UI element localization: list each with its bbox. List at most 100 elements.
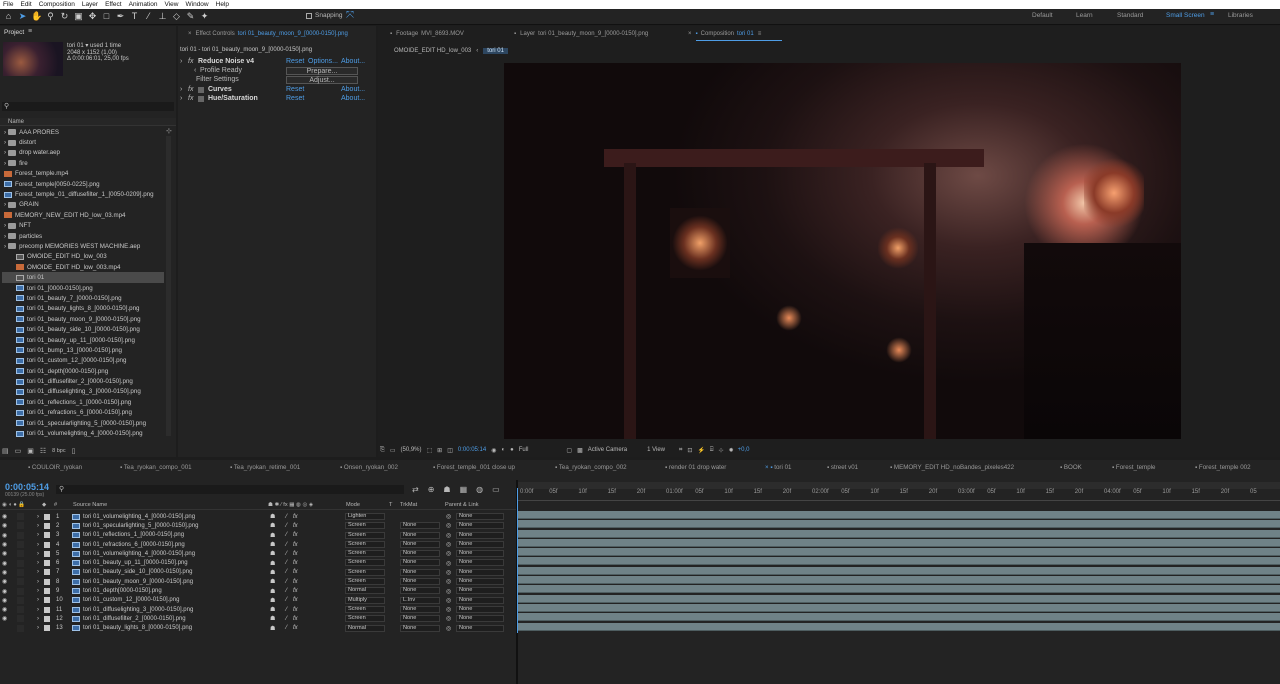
color-channel-icon[interactable]: ● xyxy=(510,447,514,453)
shy-switch-icon[interactable]: ☗ xyxy=(270,588,275,595)
resolution-select[interactable]: Full xyxy=(519,447,529,453)
shy-switch-icon[interactable]: ☗ xyxy=(270,513,275,520)
about-button[interactable]: About... xyxy=(341,86,365,93)
motion-blur-icon[interactable]: ◍ xyxy=(476,485,483,494)
menu-item[interactable]: Effect xyxy=(105,1,122,8)
comp-flowchart-icon[interactable]: ⇄ xyxy=(412,485,419,494)
prepare-button[interactable]: Prepare... xyxy=(286,67,358,75)
timeline-tab[interactable]: ▪ Forest_temple xyxy=(1112,464,1155,471)
fx-icon[interactable]: fx xyxy=(188,58,193,65)
shy-switch-icon[interactable]: ☗ xyxy=(270,560,275,567)
rotate-tool-icon[interactable]: ↻ xyxy=(59,11,70,22)
trkmat-select[interactable]: None xyxy=(400,605,440,613)
project-item[interactable]: tori 01_beauty_lights_8_[0000-0150].png xyxy=(2,304,164,314)
column-source-name[interactable]: Source Name xyxy=(73,502,107,508)
chevron-right-icon[interactable]: › xyxy=(37,597,39,603)
pickwhip-icon[interactable]: ◎ xyxy=(446,615,451,622)
show-snapshot-icon[interactable]: ◐ xyxy=(501,447,505,453)
tab-project[interactable]: Project xyxy=(4,29,24,36)
mode-select[interactable]: Screen xyxy=(345,531,385,539)
fx-switch-icon[interactable]: fx xyxy=(293,523,298,529)
project-item[interactable]: › GRAIN xyxy=(2,200,164,210)
layer-duration-bar[interactable] xyxy=(518,548,1280,557)
parent-select[interactable]: None xyxy=(456,559,504,567)
type-tool-icon[interactable]: T xyxy=(129,11,140,22)
project-item[interactable]: › AAA PRORES xyxy=(2,127,164,137)
effect-controls-tab[interactable]: × Effect Controls tori 01_beauty_moon_9_… xyxy=(188,31,348,37)
pickwhip-icon[interactable]: ◎ xyxy=(446,569,451,576)
parent-select[interactable]: None xyxy=(456,522,504,530)
solo-icon[interactable] xyxy=(17,624,24,632)
about-button[interactable]: About... xyxy=(341,95,365,102)
breadcrumb-item-active[interactable]: tori 01 xyxy=(483,48,508,54)
layer-name[interactable]: tori 01_specularlighting_5_[0000-0150].p… xyxy=(83,523,198,529)
eye-icon[interactable]: ◉ xyxy=(2,578,7,585)
fx-switch-icon[interactable]: fx xyxy=(293,551,298,557)
layer-row[interactable]: ◉ › 5 tori 01_volumelighting_4_[0000-0150].… xyxy=(0,549,516,558)
layer-name[interactable]: tori 01_diffuselighting_3_[0000-0150].pn… xyxy=(83,607,193,613)
project-item[interactable]: tori 01_refractions_6_[0000-0150].png xyxy=(2,408,164,418)
timeline-tab[interactable]: ▪ Tea_ryokan_compo_002 xyxy=(555,464,627,471)
reset-button[interactable]: Reset xyxy=(286,95,304,102)
fx-icon[interactable]: fx xyxy=(188,86,193,93)
layer-name[interactable]: tori 01_reflections_1_[0000-0150].png xyxy=(83,532,184,538)
reset-button[interactable]: Reset xyxy=(286,86,304,93)
chevron-right-icon[interactable]: › xyxy=(37,569,39,575)
fx-switch-icon[interactable]: fx xyxy=(293,532,298,538)
fx-switch-icon[interactable]: fx xyxy=(293,625,298,631)
always-preview-icon[interactable]: ⎘ xyxy=(380,447,385,454)
pickwhip-icon[interactable]: ◎ xyxy=(446,606,451,613)
mode-select[interactable]: Multiply xyxy=(345,596,385,604)
solo-icon[interactable] xyxy=(17,606,24,614)
chevron-right-icon[interactable]: › xyxy=(37,607,39,613)
trkmat-select[interactable]: None xyxy=(400,559,440,567)
view-layout-select[interactable]: 1 View xyxy=(647,447,665,453)
parent-select[interactable]: None xyxy=(456,624,504,632)
trkmat-select[interactable]: L.Inv xyxy=(400,596,440,604)
chevron-right-icon[interactable]: › xyxy=(37,616,39,622)
layer-duration-bar[interactable] xyxy=(518,585,1280,594)
quality-switch-icon[interactable]: ⁄ xyxy=(286,532,287,538)
exposure-icon[interactable]: ✹ xyxy=(729,447,734,454)
shy-switch-icon[interactable]: ☗ xyxy=(270,578,275,585)
solo-icon[interactable] xyxy=(17,513,24,521)
layer-name[interactable]: tori 01_volumelighting_4_[0000-0150].png xyxy=(83,551,195,557)
chevron-right-icon[interactable]: › xyxy=(37,560,39,566)
layer-duration-bar[interactable] xyxy=(518,566,1280,575)
layer-duration-bar[interactable] xyxy=(518,557,1280,566)
project-item[interactable]: › drop water.aep xyxy=(2,148,164,158)
menu-item[interactable]: Help xyxy=(216,1,229,8)
menu-item[interactable]: Composition xyxy=(39,1,75,8)
eye-icon[interactable]: ◉ xyxy=(2,560,7,567)
pickwhip-icon[interactable]: ◎ xyxy=(446,588,451,595)
solo-icon[interactable] xyxy=(17,531,24,539)
project-item[interactable]: › particles xyxy=(2,231,164,241)
project-item[interactable]: tori 01_reflections_1_[0000-0150].png xyxy=(2,397,164,407)
layer-row[interactable]: ◉ › 4 tori 01_refractions_6_[0000-0150].png… xyxy=(0,540,516,549)
project-item[interactable]: OMOIDE_EDIT HD_low_003 xyxy=(2,252,164,262)
pickwhip-icon[interactable]: ◎ xyxy=(446,541,451,548)
exposure-value[interactable]: +0,0 xyxy=(738,447,750,453)
timeline-tab[interactable]: ▪ Forest_temple_001 close up xyxy=(433,464,515,471)
menu-item[interactable]: Edit xyxy=(20,1,31,8)
label-color-swatch[interactable] xyxy=(44,532,50,539)
pan-behind-tool-icon[interactable]: ✥ xyxy=(87,11,98,22)
layer-name[interactable]: tori 01_beauty_lights_8_[0000-0150].png xyxy=(83,625,192,631)
snapping-checkbox[interactable] xyxy=(306,13,312,19)
snapshot-icon[interactable]: ◉ xyxy=(491,447,496,454)
quality-switch-icon[interactable]: ⁄ xyxy=(286,597,287,603)
shy-switch-icon[interactable]: ☗ xyxy=(270,550,275,557)
viewer-tab-footage[interactable]: ▪ Footage MVI_8693.MOV xyxy=(390,31,464,37)
timeline-tab[interactable]: ▪ COULOIR_ryokan xyxy=(28,464,82,471)
layer-duration-bar[interactable] xyxy=(518,613,1280,622)
workspace-learn[interactable]: Learn xyxy=(1076,12,1093,19)
quality-switch-icon[interactable]: ⁄ xyxy=(286,607,287,613)
bpc-label[interactable]: 8 bpc xyxy=(52,448,65,454)
pickwhip-icon[interactable]: ◎ xyxy=(446,560,451,567)
eye-icon[interactable]: ◉ xyxy=(2,522,7,529)
mode-select[interactable]: Screen xyxy=(345,559,385,567)
fx-switch-icon[interactable]: fx xyxy=(293,560,298,566)
solo-icon[interactable] xyxy=(17,541,24,549)
menu-item[interactable]: Layer xyxy=(82,1,98,8)
label-color-swatch[interactable] xyxy=(44,560,50,567)
